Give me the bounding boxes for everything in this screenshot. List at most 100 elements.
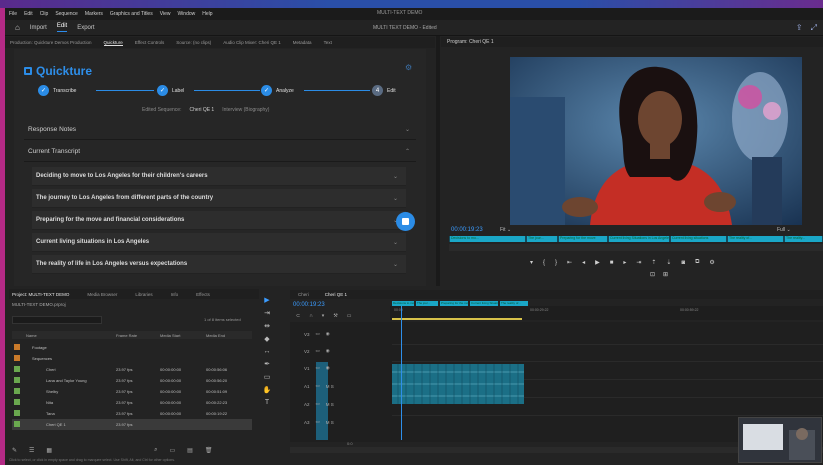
- timeline-timecode[interactable]: 00:00:19:23: [293, 302, 325, 308]
- menu-file[interactable]: File: [9, 11, 17, 17]
- marker[interactable]: The reality of...: [728, 236, 783, 242]
- marker[interactable]: Preparing for the move: [559, 236, 607, 242]
- marker-icon[interactable]: ▾: [322, 313, 325, 319]
- menu-window[interactable]: Window: [177, 11, 195, 17]
- search-icon[interactable]: ⌕: [154, 447, 157, 454]
- mark-in-icon[interactable]: {: [543, 260, 545, 266]
- marker[interactable]: Decisions to mo...: [450, 236, 525, 242]
- tab-audio-mixer[interactable]: Audio Clip Mixer: Cheri QE 1: [223, 40, 281, 45]
- track-header-v3[interactable]: V3 ▭ ◉: [300, 328, 390, 340]
- pencil-icon[interactable]: ✎: [12, 447, 17, 454]
- tab-libraries[interactable]: Libraries: [135, 292, 152, 297]
- sequence-row[interactable]: Nita 23.97 fps 00:00:00:00 00:00:22:23: [12, 397, 252, 408]
- selection-tool-icon[interactable]: ▶: [264, 296, 269, 304]
- ripple-edit-icon[interactable]: ⇹: [264, 322, 270, 330]
- step-edit[interactable]: 4 Edit: [372, 85, 396, 96]
- marker[interactable]: The jour...: [527, 236, 557, 242]
- program-timecode[interactable]: 00:00:19:23: [451, 227, 483, 233]
- zoom-select[interactable]: Fit ⌄: [500, 227, 511, 233]
- step-back-icon[interactable]: ◂: [582, 259, 585, 266]
- lift-icon[interactable]: ⇡: [651, 259, 656, 266]
- razor-icon[interactable]: ◆: [264, 335, 269, 343]
- add-marker-icon[interactable]: ▾: [530, 259, 533, 266]
- sequence-row[interactable]: Tana 23.97 fps 00:00:00:00 00:00:19:22: [12, 408, 252, 419]
- list-view-icon[interactable]: ☰: [29, 447, 34, 454]
- sequence-current[interactable]: Cheri QE 1: [189, 107, 214, 113]
- tab-metadata[interactable]: Metadata: [293, 40, 312, 45]
- transcript-topic[interactable]: The journey to Los Angeles from differen…: [32, 189, 406, 208]
- extract-icon[interactable]: ⇣: [666, 259, 671, 266]
- sequence-row[interactable]: Cheri 23.97 fps 00:00:00:00 00:00:56:06: [12, 364, 252, 375]
- marker[interactable]: Preparing for the move: [440, 301, 468, 306]
- tab-production[interactable]: Production: Quickture Demos Production: [10, 40, 92, 45]
- pen-icon[interactable]: ✒: [264, 360, 270, 368]
- transcript-topic[interactable]: The reality of life in Los Angeles versu…: [32, 255, 406, 274]
- wrench-icon[interactable]: ⚒: [333, 313, 337, 319]
- marker[interactable]: Current living situations: [671, 236, 726, 242]
- slip-icon[interactable]: ↔: [264, 348, 271, 355]
- tab-effects[interactable]: Effects: [196, 292, 210, 297]
- marker[interactable]: The jour...: [416, 301, 438, 306]
- tab-text[interactable]: Text: [324, 40, 332, 45]
- home-icon[interactable]: ⌂: [15, 23, 20, 32]
- step-forward-icon[interactable]: ▸: [623, 259, 626, 266]
- transcript-topic[interactable]: Current living situations in Los Angeles…: [32, 233, 406, 252]
- camera-icon[interactable]: ◙: [681, 260, 685, 266]
- play-icon[interactable]: ▶: [595, 259, 600, 266]
- hand-icon[interactable]: ✋: [263, 386, 272, 394]
- menu-help[interactable]: Help: [202, 11, 212, 17]
- tab-import[interactable]: Import: [30, 25, 47, 31]
- track-header-a3[interactable]: A3 ▭ M S: [300, 416, 390, 428]
- trash-icon[interactable]: 🗑: [205, 447, 213, 454]
- linked-icon[interactable]: ∩: [309, 313, 313, 319]
- stop-icon[interactable]: ■: [610, 260, 614, 266]
- resolution-select[interactable]: Full ⌄: [777, 227, 791, 233]
- track-header-v2[interactable]: V2 ▭ ◉: [300, 345, 390, 357]
- track-header-a1[interactable]: A1 ▭ M S: [300, 380, 390, 392]
- menu-clip[interactable]: Clip: [40, 11, 49, 17]
- menu-sequence[interactable]: Sequence: [55, 11, 78, 17]
- step-analyze[interactable]: ✓ Analyze: [261, 85, 294, 96]
- transcript-topic[interactable]: Preparing for the move and financial con…: [32, 211, 406, 230]
- type-icon[interactable]: T: [265, 399, 269, 406]
- export-frame-icon[interactable]: ⊡: [650, 271, 655, 278]
- tab-quickture[interactable]: Quickture: [103, 40, 123, 46]
- program-tab[interactable]: Program: Cheri QE 1: [447, 39, 494, 45]
- tab-sequence-cheri-qe1[interactable]: Cheri QE 1: [325, 292, 347, 297]
- go-to-in-icon[interactable]: ⇤: [567, 259, 572, 266]
- bin-row[interactable]: Footage: [12, 342, 252, 353]
- quick-export-icon[interactable]: ⇪: [796, 23, 803, 33]
- new-bin-icon[interactable]: ▭: [169, 447, 175, 454]
- tab-sequence-cheri[interactable]: Cheri: [298, 292, 309, 297]
- marker[interactable]: Current living Situations in Los Angeles: [609, 236, 669, 242]
- step-label[interactable]: ✓ Label: [157, 85, 184, 96]
- track-header-v1[interactable]: V1 ▭ ◉: [300, 362, 390, 374]
- bin-row[interactable]: Sequences: [12, 353, 252, 364]
- tab-effect-controls[interactable]: Effect Controls: [135, 40, 164, 45]
- marker[interactable]: Decisions to mo...: [392, 301, 414, 306]
- work-area-bar[interactable]: [392, 318, 522, 320]
- menu-view[interactable]: View: [160, 11, 171, 17]
- panel-divider[interactable]: [436, 36, 440, 286]
- program-scrubber[interactable]: [449, 244, 823, 251]
- current-transcript-section[interactable]: Current Transcript ⌃: [24, 142, 416, 162]
- marker[interactable]: The reality of...: [500, 301, 528, 306]
- go-to-out-icon[interactable]: ⇥: [636, 259, 641, 266]
- sequence-row[interactable]: Cheri QE 1 23.97 fps: [12, 419, 252, 430]
- clip-stack[interactable]: [392, 364, 524, 404]
- col-name[interactable]: Name: [26, 333, 37, 338]
- sequence-row[interactable]: Shelby 23.97 fps 00:00:00:00 00:00:51:09: [12, 386, 252, 397]
- settings-icon[interactable]: ⚙: [405, 63, 412, 72]
- tab-export[interactable]: Export: [77, 25, 94, 31]
- transcript-topic[interactable]: Deciding to move to Los Angeles for thei…: [32, 167, 406, 186]
- sequence-row[interactable]: Lana and Taylor Young 23.97 fps 00:00:00:0…: [12, 375, 252, 386]
- menu-edit[interactable]: Edit: [24, 11, 33, 17]
- chat-button[interactable]: [396, 212, 415, 231]
- menu-graphics[interactable]: Graphics and Titles: [110, 11, 153, 17]
- settings-wrench-icon[interactable]: ⚙: [709, 259, 714, 266]
- proxy-icon[interactable]: ⊞: [663, 271, 668, 278]
- menu-markers[interactable]: Markers: [85, 11, 103, 17]
- icon-view-icon[interactable]: ▦: [46, 447, 52, 454]
- new-item-icon[interactable]: ▤: [187, 447, 193, 454]
- tab-info[interactable]: Info: [171, 292, 179, 297]
